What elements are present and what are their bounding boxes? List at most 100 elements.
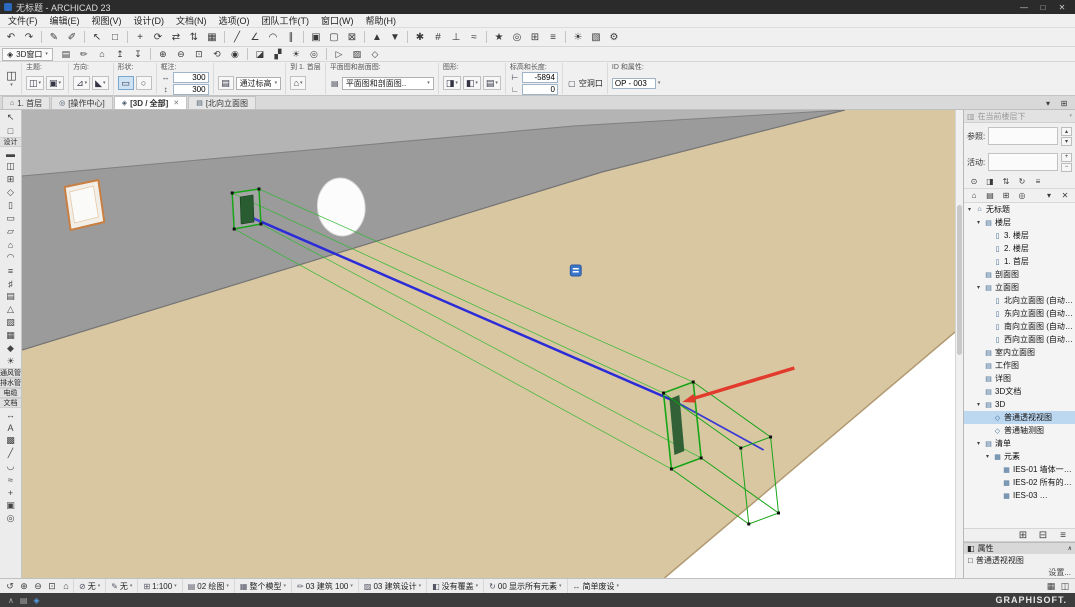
trace-visibility-icon[interactable]: ⊙ [967, 176, 981, 188]
menu-item[interactable]: 选项(O) [213, 14, 256, 27]
navigator-tree-item[interactable]: ▾ ▤ 3D [964, 398, 1075, 411]
gravity-icon[interactable]: ⊥ [447, 29, 465, 45]
menu-item[interactable]: 编辑(E) [44, 14, 86, 27]
door-tool-icon[interactable]: ◫ [0, 160, 21, 173]
trace-reference-picker[interactable] [988, 127, 1058, 145]
element-id-input[interactable] [612, 78, 656, 89]
menu-item[interactable]: 文件(F) [2, 14, 44, 27]
view-map-icon[interactable]: ▤ [983, 190, 997, 202]
column-tool-icon[interactable]: ▯ [0, 199, 21, 212]
camera-tool-icon[interactable]: ◎ [0, 512, 21, 525]
navigator-tree-item[interactable]: ▯ 3. 楼层 [964, 229, 1075, 242]
infobox-tool-preview[interactable]: ◫ ▾ [2, 63, 22, 94]
grid-snap-icon[interactable]: # [429, 29, 447, 45]
publisher-icon[interactable]: ◎ [1015, 190, 1029, 202]
line-type-button[interactable]: ▤▾ [483, 76, 501, 90]
sun-study-icon[interactable]: ☀ [569, 29, 587, 45]
roof-tool-icon[interactable]: ⌂ [0, 238, 21, 251]
look-to-icon[interactable]: ◉ [226, 48, 244, 61]
zoom-in-icon[interactable]: ⊕ [154, 48, 172, 61]
status-structure-display[interactable]: ▦ 整个模型 ▾ [234, 579, 291, 593]
lamp-tool-icon[interactable]: ☀ [0, 355, 21, 368]
group-icon[interactable]: ▣ [307, 29, 325, 45]
curtain-wall-tool-icon[interactable]: ▤ [0, 290, 21, 303]
status-pen-set[interactable]: ✏ 03 建筑 100 ▾ [291, 579, 358, 593]
extrusion-mode-button[interactable]: ▤ [218, 76, 234, 90]
slab-tool-icon[interactable]: ▱ [0, 225, 21, 238]
pen-sets-icon[interactable]: ✏ [75, 48, 93, 61]
viewport-scrollbar[interactable] [955, 110, 963, 578]
status-model-view-options[interactable]: ▨ 03 建筑设计 ▾ [358, 579, 426, 593]
direction-b-button[interactable]: ◣▾ [92, 76, 108, 90]
rotate-icon[interactable]: ⟳ [149, 29, 167, 45]
home-story-icon[interactable]: ⌂ [93, 48, 111, 61]
menu-item[interactable]: 帮助(H) [360, 14, 403, 27]
stair-tool-icon[interactable]: ≡ [0, 264, 21, 277]
status-graphic-override[interactable]: ◧ 没有覆盖 ▾ [426, 579, 483, 593]
hotspot-tool-icon[interactable]: + [0, 486, 21, 499]
quick-options-icon[interactable]: ▦ [1044, 580, 1058, 593]
home-zoom-icon[interactable]: ⌂ [59, 580, 73, 593]
trace-switch-icon[interactable]: ⇅ [999, 176, 1013, 188]
navigator-tree-item[interactable]: ▤ 剖面图 [964, 268, 1075, 281]
properties-panel-header[interactable]: ◧ 属性 ∧ [964, 542, 1075, 554]
figure-tool-icon[interactable]: ▣ [0, 499, 21, 512]
3d-selection-icon[interactable]: ▞ [269, 48, 287, 61]
status-filter-2[interactable]: ✎ 无 ▾ [105, 579, 137, 593]
sun-icon[interactable]: ☀ [287, 48, 305, 61]
selected-opening-source[interactable] [231, 188, 263, 231]
pane-layout-icon[interactable]: ◫ [1058, 580, 1072, 593]
menu-item[interactable]: 文档(N) [170, 14, 213, 27]
zoom-in-icon[interactable]: ⊕ [17, 580, 31, 593]
fillet-icon[interactable]: ◠ [264, 29, 282, 45]
text-tool-icon[interactable]: A [0, 421, 21, 434]
skylight-tool-icon[interactable]: ◇ [0, 186, 21, 199]
undo-icon[interactable]: ↶ [2, 29, 20, 45]
elevate-icon[interactable]: ⇅ [185, 29, 203, 45]
suspend-groups-icon[interactable]: ⊠ [343, 29, 361, 45]
navigator-tree-item[interactable]: ▯ 东向立面图 (自动重建) [964, 307, 1075, 320]
mirror-icon[interactable]: ⇄ [167, 29, 185, 45]
shading-icon[interactable]: ▨ [348, 48, 366, 61]
bring-forward-icon[interactable]: ▲ [368, 29, 386, 45]
opening-layer-button[interactable]: ▣▾ [46, 76, 64, 90]
tab-close-icon[interactable]: ✕ [173, 99, 179, 107]
tree-project-root[interactable]: ▾ ⌂ 无标题 [964, 203, 1075, 216]
navigator-tree-item[interactable]: ▦ IES-02 所有的开口 [964, 476, 1075, 489]
story-up-icon[interactable]: ↥ [111, 48, 129, 61]
delete-item-icon[interactable]: ⊟ [1034, 527, 1052, 543]
layer-dialog-icon[interactable]: ⊞ [526, 29, 544, 45]
sill-height-input[interactable] [522, 72, 558, 83]
inject-parameters-icon[interactable]: ✐ [63, 29, 81, 45]
spline-tool-icon[interactable]: ≈ [0, 473, 21, 486]
arrow-tool-icon[interactable]: ↖ [0, 111, 21, 124]
navigator-tree-item[interactable]: ◇ 普通透视视图 [964, 411, 1075, 424]
3d-window-dropdown[interactable]: ◈ 3D窗口 ▾ [2, 48, 53, 61]
trace-fills-icon[interactable]: ◨ [983, 176, 997, 188]
mesh-tool-icon[interactable]: ▦ [0, 329, 21, 342]
navigator-settings-icon[interactable]: ≡ [1054, 527, 1072, 543]
redo-icon[interactable]: ↷ [20, 29, 38, 45]
status-layer-combination[interactable]: ▤ 02 绘图 ▾ [182, 579, 234, 593]
new-tab-icon[interactable]: ⊞ [1057, 97, 1071, 109]
settings-icon[interactable]: ⚙ [605, 29, 623, 45]
trace-up-button[interactable]: ▴ [1061, 127, 1072, 136]
height-input[interactable] [173, 84, 209, 95]
navigator-tree-item[interactable]: ▯ 南向立面图 (自动重建) [964, 320, 1075, 333]
find-select-icon[interactable]: ◎ [508, 29, 526, 45]
pickup-parameters-icon[interactable]: ✎ [45, 29, 63, 45]
menu-item[interactable]: 窗口(W) [315, 14, 360, 27]
layout-book-icon[interactable]: ⊞ [999, 190, 1013, 202]
navigator-tree-item[interactable]: ▤ 工作图 [964, 359, 1075, 372]
railing-tool-icon[interactable]: ♯ [0, 277, 21, 290]
menu-item[interactable]: 设计(D) [128, 14, 171, 27]
elevation-mode-dropdown[interactable]: 通过标高 ▾ [236, 77, 282, 90]
zoom-out-icon[interactable]: ⊖ [31, 580, 45, 593]
navigator-tree-item[interactable]: ▤ 室内立面图 [964, 346, 1075, 359]
settings-link[interactable]: 设置... [1048, 567, 1071, 578]
trace-down-button[interactable]: ▾ [1061, 137, 1072, 146]
home-story-button[interactable]: ⌂▾ [290, 76, 306, 90]
length-input[interactable] [522, 84, 558, 95]
collapse-panel-icon[interactable]: ∧ [8, 596, 14, 605]
status-dimension-style[interactable]: ↔ 简单废设 ▾ [567, 579, 625, 593]
